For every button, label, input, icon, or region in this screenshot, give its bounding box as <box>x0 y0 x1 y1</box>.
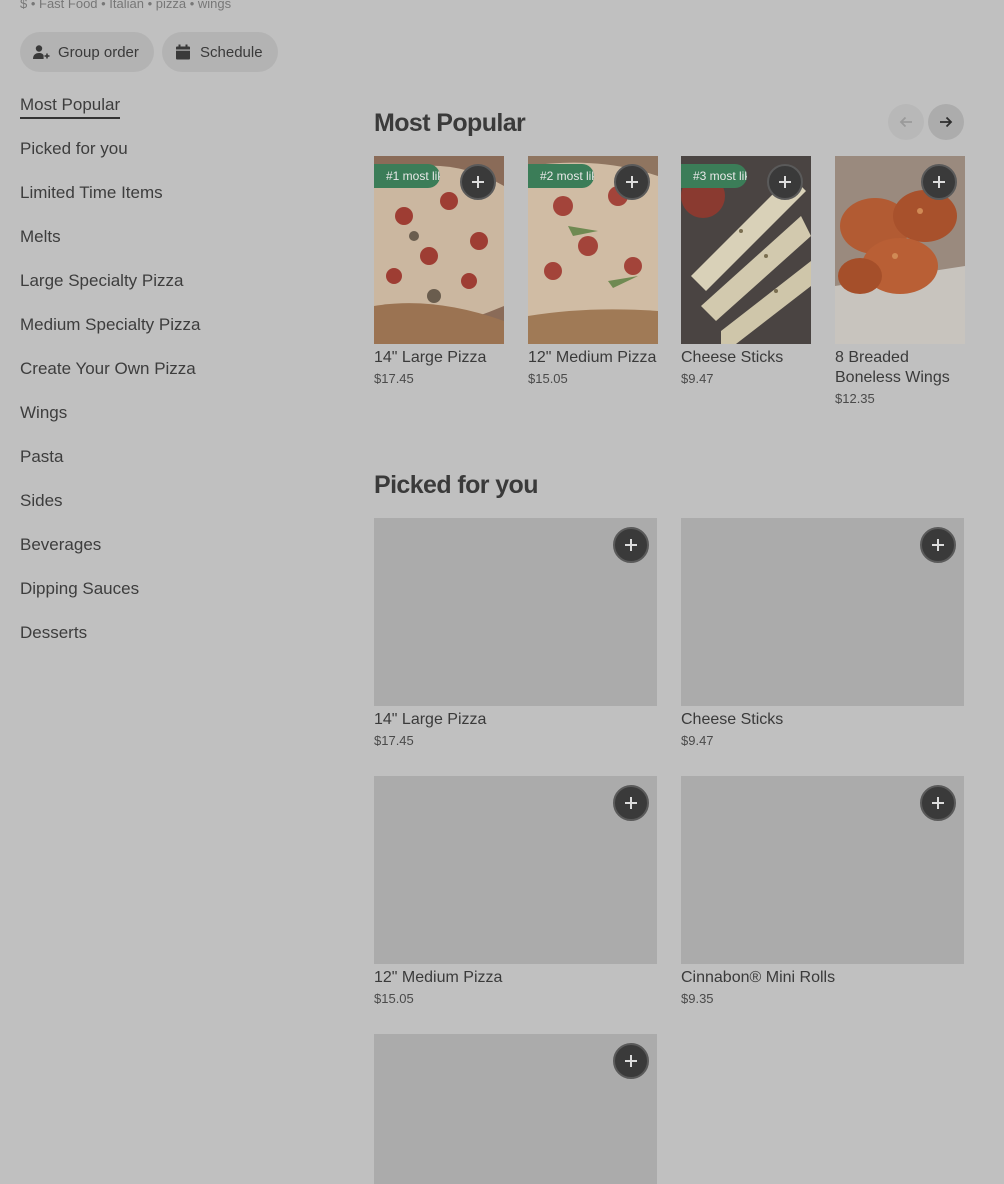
nav-item-pasta[interactable]: Pasta <box>20 446 340 490</box>
popular-item-card[interactable]: #3 most liked Cheese Sticks $9.47 <box>681 156 811 386</box>
nav-item-wings[interactable]: Wings <box>20 402 340 446</box>
picked-item-card[interactable]: Cheese Sticks $9.47 <box>681 518 964 748</box>
item-name: 14" Large Pizza <box>374 711 487 728</box>
nav-item-melts[interactable]: Melts <box>20 226 340 270</box>
item-price: $17.45 <box>374 733 414 748</box>
item-price: $17.45 <box>374 371 414 386</box>
plus-icon <box>626 176 638 188</box>
item-image-placeholder <box>681 776 964 964</box>
item-name: Cheese Sticks <box>681 711 784 728</box>
item-image-placeholder <box>374 1034 657 1184</box>
item-name: 12" Medium Pizza <box>528 349 657 366</box>
picked-item-card[interactable]: 14" Large Pizza $17.45 <box>374 518 657 748</box>
item-price: $15.05 <box>374 991 414 1006</box>
nav-item-desserts[interactable]: Desserts <box>20 622 340 666</box>
nav-item-medium-specialty-pizza[interactable]: Medium Specialty Pizza <box>20 314 340 358</box>
plus-icon <box>932 539 944 551</box>
picked-item-card[interactable]: Cinnabon® Mini Rolls $9.35 <box>681 776 964 1006</box>
item-name: 14" Large Pizza <box>374 349 487 366</box>
store-tags: $ • Fast Food • Italian • pizza • wings <box>20 0 232 11</box>
pizza-image: #1 most liked <box>374 156 504 344</box>
item-name: Cheese Sticks <box>681 349 784 366</box>
item-name: 8 Breaded Boneless Wings <box>835 349 950 386</box>
plus-icon <box>472 176 484 188</box>
plus-icon <box>933 176 945 188</box>
schedule-label: Schedule <box>200 43 263 61</box>
add-to-cart-button[interactable] <box>767 164 803 200</box>
nav-item-most-popular[interactable]: Most Popular <box>20 94 340 138</box>
plus-icon <box>932 797 944 809</box>
add-to-cart-button[interactable] <box>460 164 496 200</box>
item-price: $9.47 <box>681 371 714 386</box>
nav-item-picked-for-you[interactable]: Picked for you <box>20 138 340 182</box>
picked-for-you-title: Picked for you <box>374 471 538 499</box>
category-nav: Most Popular Picked for you Limited Time… <box>20 94 340 666</box>
nav-item-large-specialty-pizza[interactable]: Large Specialty Pizza <box>20 270 340 314</box>
add-to-cart-button[interactable] <box>613 1043 649 1079</box>
rank-badge: #3 most liked <box>681 164 747 188</box>
item-image-placeholder <box>374 518 657 706</box>
rank-badge: #1 most liked <box>374 164 440 188</box>
item-image-placeholder <box>374 776 657 964</box>
arrow-left-icon <box>899 116 912 128</box>
item-name: 12" Medium Pizza <box>374 969 503 986</box>
pizza-image: #2 most liked <box>528 156 658 344</box>
carousel-prev-button[interactable] <box>888 104 924 140</box>
popular-item-card[interactable]: #2 most liked 12" Medium Pizza $15.05 <box>528 156 658 386</box>
group-order-button[interactable]: Group order <box>20 32 154 72</box>
schedule-button[interactable]: Schedule <box>162 32 278 72</box>
add-to-cart-button[interactable] <box>920 527 956 563</box>
nav-item-dipping-sauces[interactable]: Dipping Sauces <box>20 578 340 622</box>
store-page: $ • Fast Food • Italian • pizza • wings … <box>0 0 1004 1184</box>
group-order-label: Group order <box>58 43 139 61</box>
add-to-cart-button[interactable] <box>921 164 957 200</box>
plus-icon <box>779 176 791 188</box>
item-name: Cinnabon® Mini Rolls <box>681 969 836 986</box>
item-price: $9.35 <box>681 991 714 1006</box>
popular-item-card[interactable]: #1 most liked 14" Large Pizza $17.45 <box>374 156 504 386</box>
item-price: $12.35 <box>835 391 875 406</box>
nav-item-sides[interactable]: Sides <box>20 490 340 534</box>
calendar-icon <box>174 43 192 61</box>
popular-item-card[interactable]: 8 Breaded Boneless Wings $12.35 <box>835 156 965 406</box>
item-image-placeholder <box>681 518 964 706</box>
add-to-cart-button[interactable] <box>613 527 649 563</box>
plus-icon <box>625 797 637 809</box>
arrow-right-icon <box>940 116 953 128</box>
nav-item-create-your-own-pizza[interactable]: Create Your Own Pizza <box>20 358 340 402</box>
nav-item-limited-time-items[interactable]: Limited Time Items <box>20 182 340 226</box>
picked-item-card[interactable]: 12" Medium Pizza $15.05 <box>374 776 657 1006</box>
add-to-cart-button[interactable] <box>614 164 650 200</box>
plus-icon <box>625 539 637 551</box>
item-price: $9.47 <box>681 733 714 748</box>
picked-item-card[interactable] <box>374 1034 657 1184</box>
most-popular-title: Most Popular <box>374 109 526 137</box>
wings-image <box>835 156 965 344</box>
cheese-sticks-image: #3 most liked <box>681 156 811 344</box>
nav-item-beverages[interactable]: Beverages <box>20 534 340 578</box>
rank-badge: #2 most liked <box>528 164 594 188</box>
carousel-next-button[interactable] <box>928 104 964 140</box>
add-to-cart-button[interactable] <box>920 785 956 821</box>
person-add-icon <box>32 43 50 61</box>
item-price: $15.05 <box>528 371 568 386</box>
add-to-cart-button[interactable] <box>613 785 649 821</box>
plus-icon <box>625 1055 637 1067</box>
